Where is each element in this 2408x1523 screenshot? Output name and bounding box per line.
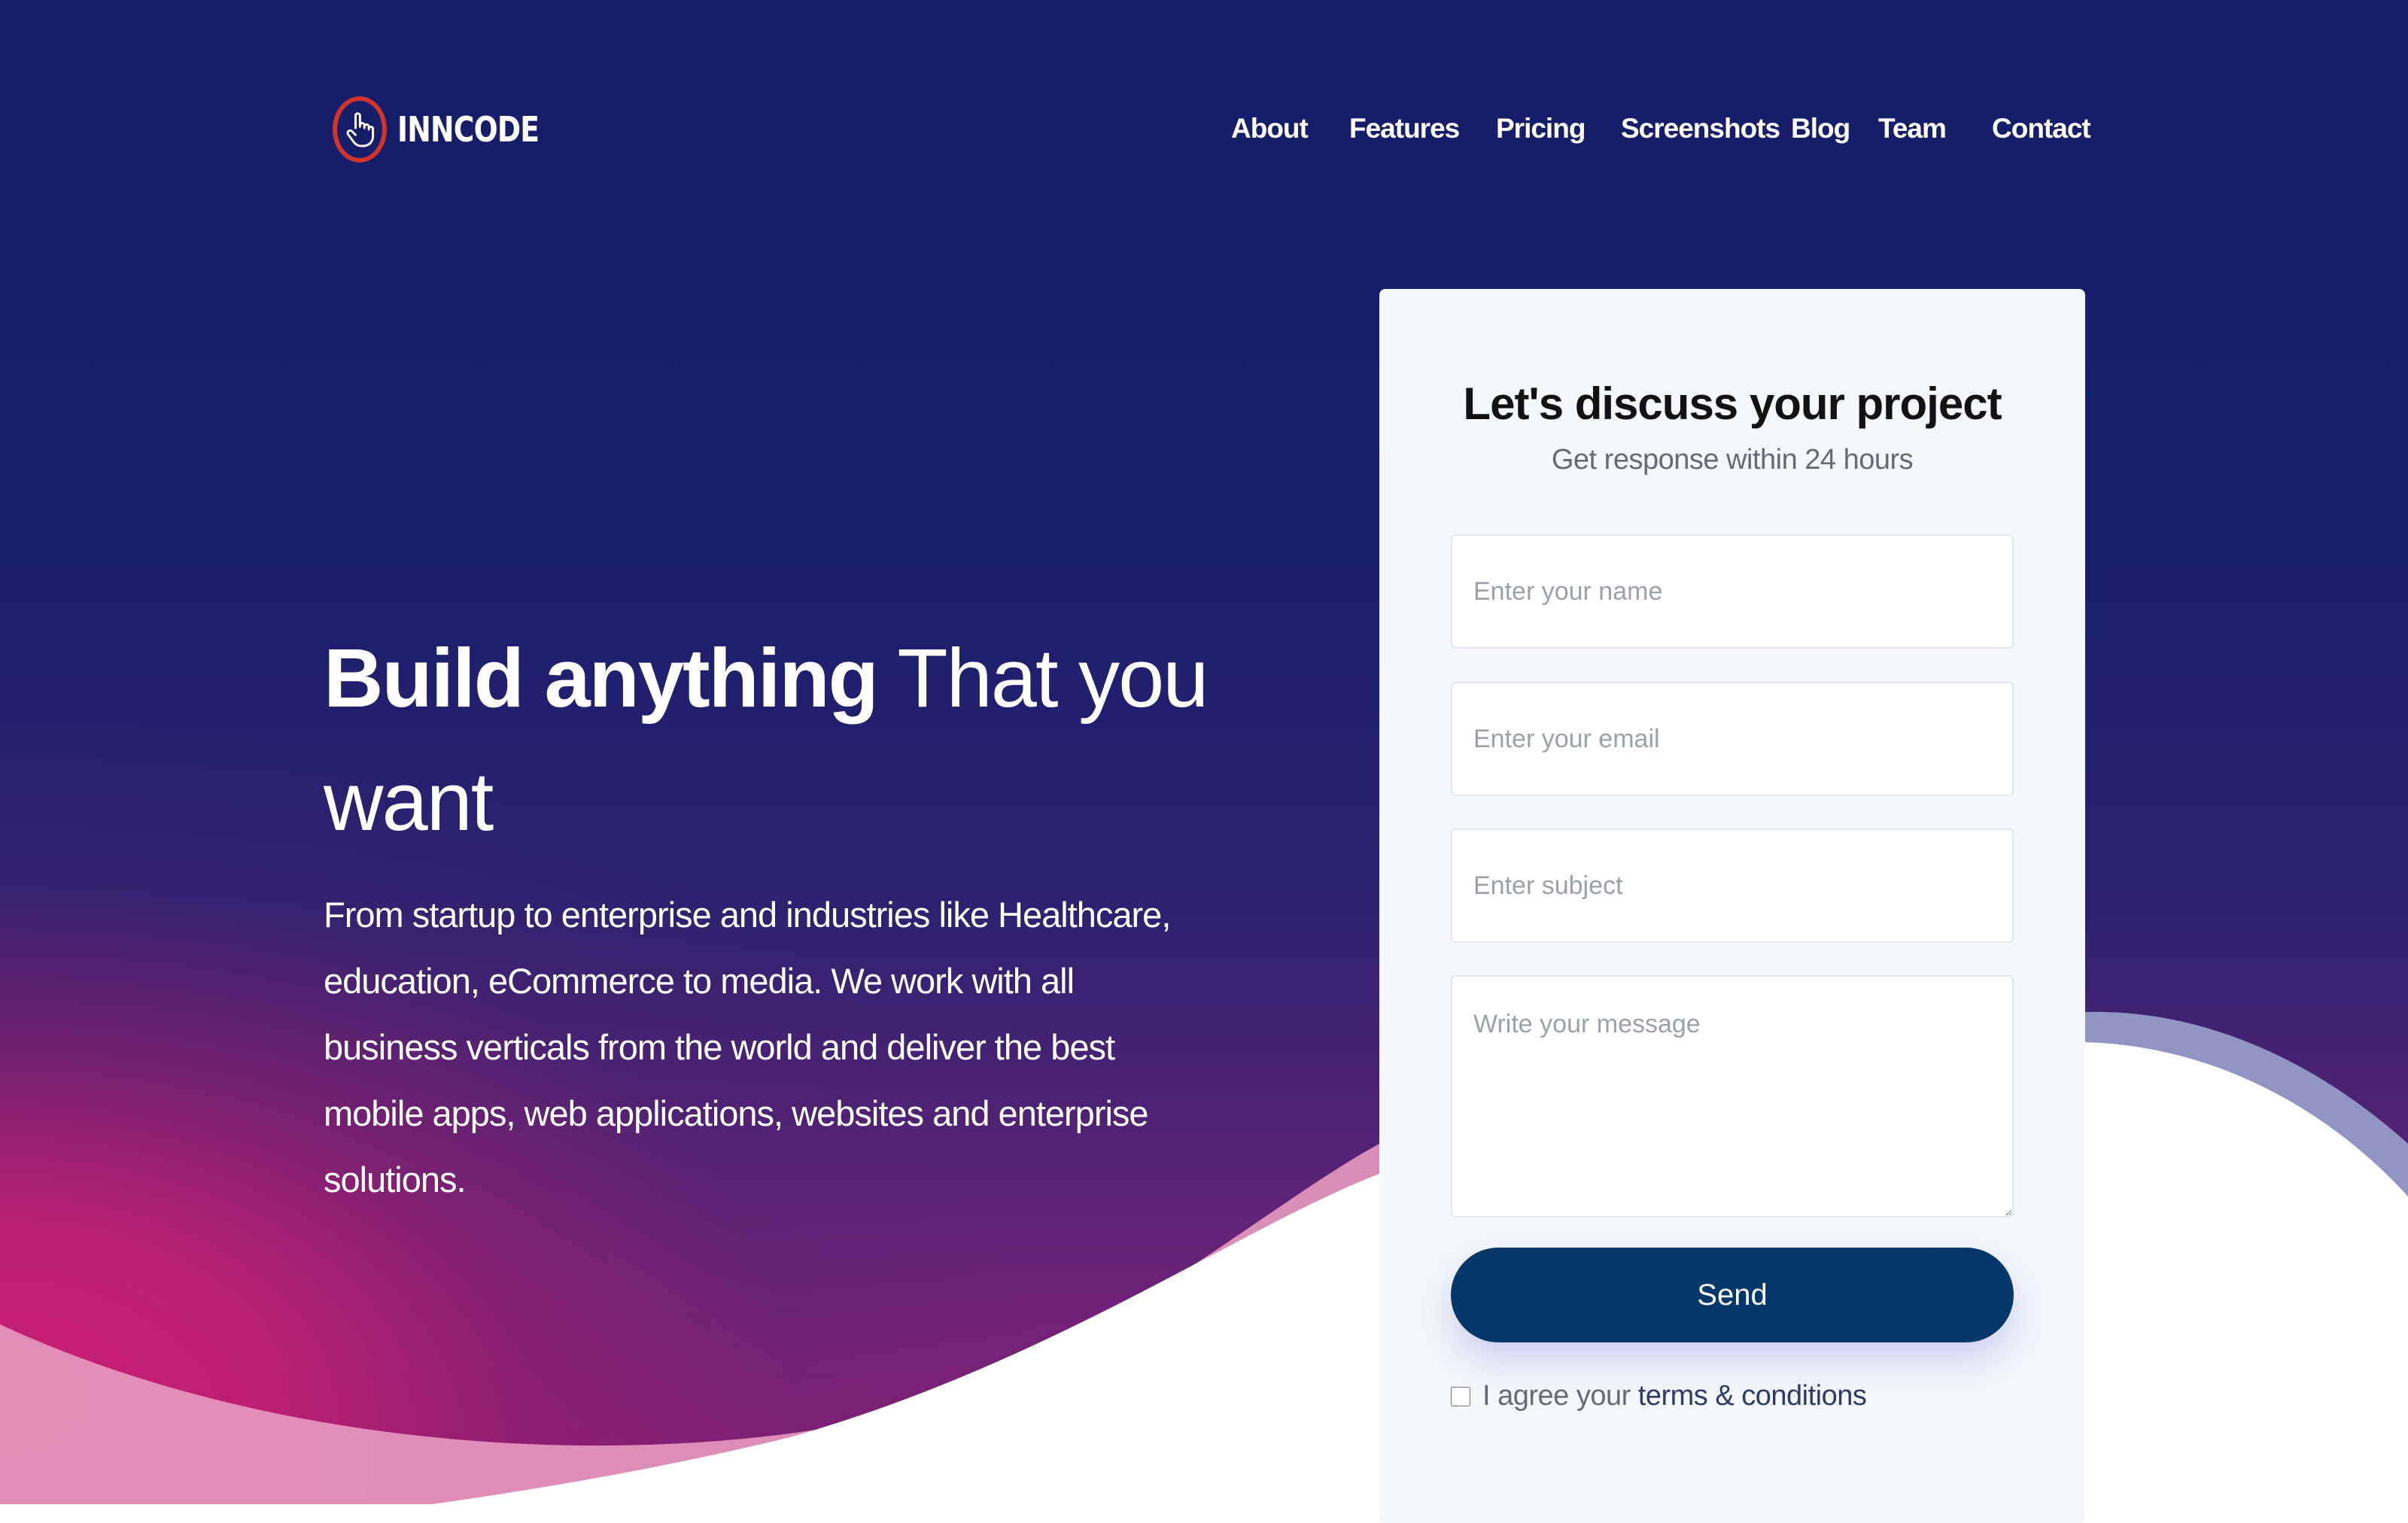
hero-headline: Build anything That you want	[324, 617, 1227, 864]
nav-blog[interactable]: Blog	[1791, 113, 1850, 144]
form-subtitle: Get response within 24 hours	[1551, 444, 1914, 476]
nav-contact[interactable]: Contact	[1992, 113, 2091, 144]
contact-form-card: Let's discuss your project Get response …	[1379, 289, 2085, 1523]
send-button[interactable]: Send	[1451, 1248, 2014, 1342]
terms-agreement: I agree your terms & conditions	[1451, 1380, 1867, 1412]
nav-pricing[interactable]: Pricing	[1496, 113, 1586, 144]
message-textarea[interactable]	[1451, 975, 2014, 1217]
name-input[interactable]	[1451, 534, 2014, 649]
agree-label: I agree your	[1482, 1380, 1631, 1412]
nav-screenshots[interactable]: Screenshots	[1621, 113, 1780, 144]
subject-input[interactable]	[1451, 828, 2014, 943]
main-nav: About Features Pricing Screenshots Blog …	[0, 113, 2408, 158]
nav-team[interactable]: Team	[1878, 113, 1947, 144]
email-input[interactable]	[1451, 682, 2014, 796]
terms-link[interactable]: terms & conditions	[1638, 1380, 1867, 1412]
nav-features[interactable]: Features	[1349, 113, 1460, 144]
form-title: Let's discuss your project	[1463, 378, 2002, 429]
headline-bold: Build anything	[324, 632, 879, 725]
terms-checkbox[interactable]	[1451, 1386, 1470, 1406]
nav-about[interactable]: About	[1231, 113, 1309, 144]
hero-lead: From startup to enterprise and industrie…	[324, 895, 1171, 1199]
